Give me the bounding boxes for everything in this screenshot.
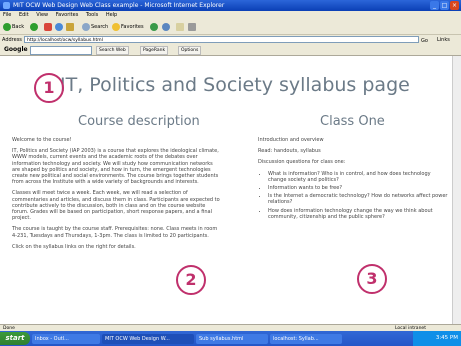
class-one-text: Introduction and overview Read: handouts…: [258, 137, 448, 222]
menu-favorites[interactable]: Favorites: [56, 12, 79, 18]
search-icon: [82, 22, 90, 31]
menu-tools[interactable]: Tools: [86, 12, 98, 18]
links-button[interactable]: Links: [437, 35, 450, 45]
back-arrow-icon: [3, 22, 11, 31]
pagerank-button[interactable]: PageRank: [140, 46, 169, 55]
course-description-heading: Course description: [78, 114, 200, 129]
home-icon: [66, 22, 74, 31]
menu-view[interactable]: View: [36, 12, 48, 18]
description-paragraph-4: Click on the syllabus links on the right…: [12, 243, 136, 250]
history-icon: [162, 22, 170, 31]
description-paragraph-1: IT, Politics and Society (IAP 2003) is a…: [12, 148, 219, 186]
marker-2: 2: [176, 265, 206, 295]
window-title: MIT OCW Web Design Web Class example - M…: [13, 2, 225, 9]
task-outlook[interactable]: Inbox - Outl...: [32, 333, 100, 344]
list-item: Information wants to be free?: [268, 185, 448, 191]
standard-toolbar: Back Search Favorites: [0, 19, 461, 35]
task-localhost[interactable]: localhost: Syllab...: [270, 333, 342, 344]
close-button[interactable]: ×: [450, 1, 459, 10]
forward-arrow-icon: [30, 22, 38, 31]
print-button[interactable]: [188, 22, 196, 31]
mail-button[interactable]: [176, 22, 184, 31]
printer-icon: [188, 22, 196, 31]
options-button[interactable]: Options: [178, 46, 202, 55]
maximize-button[interactable]: □: [440, 1, 449, 10]
google-toolbar: Google Search Web PageRank Options: [0, 45, 461, 56]
marker-1: 1: [34, 73, 64, 103]
stop-icon: [44, 22, 52, 31]
system-tray: 3:45 PM: [413, 331, 461, 346]
menu-edit[interactable]: Edit: [19, 12, 29, 18]
search-button[interactable]: Search: [82, 22, 108, 31]
taskbar: start Inbox - Outl... MIT OCW Web Design…: [0, 331, 461, 346]
list-item: Is the Internet a democratic technology?…: [268, 193, 448, 205]
stop-button[interactable]: [44, 22, 52, 31]
class-one-line-2: Read: handouts, syllabus: [258, 148, 321, 155]
mail-icon: [176, 22, 184, 31]
clock: 3:45 PM: [435, 335, 458, 341]
list-item: What is information? Who is in control, …: [268, 171, 448, 183]
class-one-heading: Class One: [320, 114, 385, 129]
ie-logo-icon: [3, 2, 10, 9]
refresh-icon: [55, 22, 63, 31]
task-syllabus[interactable]: Sub syllabus.html: [196, 333, 268, 344]
address-input[interactable]: http://localhost/ocw/syllabus.html: [24, 36, 419, 43]
marker-3: 3: [357, 264, 387, 294]
star-icon: [112, 22, 120, 31]
page-title: IT, Politics and Society syllabus page: [60, 74, 410, 96]
google-search-input[interactable]: [30, 46, 92, 55]
course-description-text: Welcome to the course! IT, Politics and …: [12, 137, 222, 255]
media-icon: [150, 22, 158, 31]
address-bar: Address http://localhost/ocw/syllabus.ht…: [0, 35, 461, 45]
menu-bar: File Edit View Favorites Tools Help: [0, 11, 461, 19]
class-one-line-3: Discussion questions for class one:: [258, 159, 346, 166]
menu-help[interactable]: Help: [106, 12, 117, 18]
refresh-button[interactable]: [55, 22, 63, 31]
home-button[interactable]: [66, 22, 74, 31]
back-button[interactable]: Back: [3, 22, 24, 31]
menu-file[interactable]: File: [3, 12, 11, 18]
media-button[interactable]: [150, 22, 158, 31]
vertical-scrollbar[interactable]: [452, 56, 461, 328]
history-button[interactable]: [162, 22, 170, 31]
list-item: How does information technology change t…: [268, 208, 448, 220]
minimize-button[interactable]: _: [430, 1, 439, 10]
description-paragraph-2: Classes will meet twice a week. Each wee…: [12, 190, 220, 222]
search-web-button[interactable]: Search Web: [96, 46, 129, 55]
intro-text: Welcome to the course!: [12, 137, 72, 143]
description-paragraph-3: The course is taught by the course staff…: [12, 226, 218, 239]
forward-button[interactable]: [30, 22, 38, 31]
google-logo: Google: [4, 46, 28, 53]
discussion-list: What is information? Who is in control, …: [258, 171, 448, 220]
window-titlebar[interactable]: MIT OCW Web Design Web Class example - M…: [0, 0, 461, 11]
class-one-line-1: Introduction and overview: [258, 137, 324, 143]
task-ie-active[interactable]: MIT OCW Web Design W...: [102, 333, 194, 344]
window-controls: _ □ ×: [430, 1, 459, 10]
address-label: Address: [2, 37, 22, 43]
favorites-button[interactable]: Favorites: [112, 22, 144, 31]
start-button[interactable]: start: [0, 332, 30, 345]
